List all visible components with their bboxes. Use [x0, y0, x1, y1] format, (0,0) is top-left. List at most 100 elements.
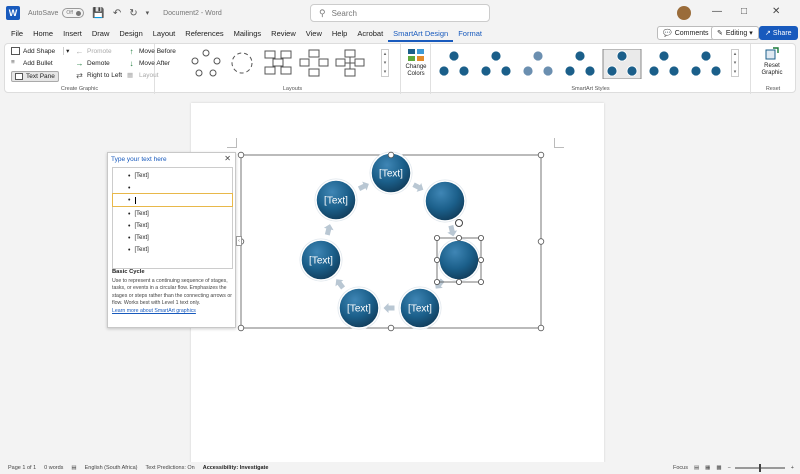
tab-review[interactable]: Review	[266, 26, 301, 42]
tab-file[interactable]: File	[6, 26, 28, 42]
change-colors-button[interactable]: Change Colors	[404, 48, 428, 78]
proofing-icon[interactable]: ▤	[71, 465, 76, 471]
tab-layout[interactable]: Layout	[148, 26, 181, 42]
chevron-down-icon: ▾	[749, 30, 753, 37]
layout-block-cycle-thumb[interactable]	[299, 49, 329, 77]
demote-label: Demote	[87, 60, 110, 67]
change-colors-label-2: Colors	[407, 71, 425, 77]
text-pane-item[interactable]: • [Text]	[113, 170, 232, 182]
tab-insert[interactable]: Insert	[58, 26, 87, 42]
smartart-style-thumb[interactable]	[648, 50, 680, 77]
undo-icon[interactable]: ↶	[113, 8, 121, 19]
editing-button[interactable]: ✎ Editing ▾	[711, 26, 759, 40]
close-icon[interactable]: ✕	[224, 154, 231, 163]
ribbon: Add Shape ▾ ≡ Add Bullet Text Pane ← Pro…	[4, 43, 796, 94]
add-bullet-button[interactable]: ≡ Add Bullet	[11, 59, 53, 67]
customize-dropdown-icon[interactable]: ▾	[146, 9, 150, 17]
zoom-in-icon[interactable]: +	[791, 465, 794, 471]
smartart-style-thumb[interactable]	[602, 49, 642, 79]
accessibility-status[interactable]: Accessibility: Investigate	[203, 465, 269, 471]
styles-scroll[interactable]: ▴ ▾ ▾	[731, 49, 739, 77]
move-up-button[interactable]: ↑ Move Before	[127, 47, 176, 56]
text-pane-toggle-handle[interactable]: ‹	[236, 236, 242, 246]
tab-help[interactable]: Help	[327, 26, 352, 42]
read-mode-icon[interactable]: ▤	[694, 465, 699, 471]
smartart-style-thumb[interactable]	[480, 50, 512, 77]
search-box[interactable]: ⚲ Search	[310, 4, 490, 22]
promote-button[interactable]: ← Promote	[75, 47, 112, 56]
learn-more-link[interactable]: Learn more about SmartArt graphics	[112, 308, 233, 315]
layout-continuous-cycle-thumb[interactable]	[227, 49, 257, 77]
autosave-toggle[interactable]: Off	[62, 8, 85, 18]
share-label: Share	[772, 29, 792, 37]
tab-design[interactable]: Design	[114, 26, 147, 42]
add-shape-button[interactable]: Add Shape ▾	[11, 47, 69, 55]
pencil-icon: ✎	[717, 30, 723, 37]
promote-label: Promote	[87, 48, 112, 55]
change-colors-group: Change Colors	[401, 44, 431, 94]
create-graphic-group: Add Shape ▾ ≡ Add Bullet Text Pane ← Pro…	[5, 44, 176, 94]
account-avatar[interactable]	[677, 6, 691, 20]
minimize-icon[interactable]: —	[712, 6, 722, 17]
smartart-style-thumb[interactable]	[564, 50, 596, 77]
smartart-style-thumb[interactable]	[690, 50, 722, 77]
move-down-button[interactable]: ↓ Move After	[127, 59, 171, 68]
style-thumb-circle	[522, 65, 534, 77]
style-thumb-circle	[480, 65, 492, 77]
word-count[interactable]: 0 words	[44, 465, 63, 471]
layout-button[interactable]: ▦ Layout	[127, 71, 159, 80]
smartart-styles-group: ▴ ▾ ▾ SmartArt Styles	[431, 44, 751, 94]
text-pane-item[interactable]: • [Text]	[113, 244, 232, 256]
text-pane-label: Text Pane	[26, 73, 55, 80]
close-window-icon[interactable]: ✕	[772, 6, 780, 17]
style-thumb-circle	[532, 50, 544, 62]
reset-graphic-icon	[765, 47, 779, 60]
layout-text-cycle-thumb[interactable]	[263, 49, 293, 77]
smartart-styles-gallery[interactable]	[431, 49, 731, 79]
layout-label: Layout	[139, 71, 159, 79]
text-predictions-status[interactable]: Text Predictions: On	[146, 465, 195, 471]
smartart-text-pane: Type your text here ✕ • [Text] • • • [Text…	[107, 152, 236, 328]
tab-smartart-design[interactable]: SmartArt Design	[388, 26, 454, 42]
zoom-slider[interactable]	[734, 464, 785, 472]
text-pane-item[interactable]: • [Text]	[113, 208, 232, 220]
maximize-icon[interactable]: □	[741, 6, 747, 17]
comments-button[interactable]: 💬 Comments	[657, 26, 715, 40]
document-page[interactable]	[191, 103, 604, 463]
status-right: Focus ▤ ▦ ▩ − +	[667, 462, 794, 474]
text-pane-button[interactable]: Text Pane	[11, 71, 59, 82]
style-thumb-circle	[584, 65, 596, 77]
tab-view[interactable]: View	[301, 26, 327, 42]
tab-references[interactable]: References	[180, 26, 228, 42]
language-status[interactable]: English (South Africa)	[85, 465, 138, 471]
tab-acrobat[interactable]: Acrobat	[352, 26, 388, 42]
text-pane-item[interactable]: • [Text]	[113, 220, 232, 232]
tab-home[interactable]: Home	[28, 26, 58, 42]
print-layout-icon[interactable]: ▦	[705, 465, 710, 471]
style-thumb-circle	[500, 65, 512, 77]
save-icon[interactable]: 💾	[92, 8, 104, 19]
reset-graphic-button[interactable]: Reset Graphic	[755, 47, 789, 77]
focus-mode[interactable]: Focus	[673, 465, 688, 471]
layout-nondirectional-cycle-thumb[interactable]	[335, 49, 365, 77]
zoom-out-icon[interactable]: −	[728, 465, 731, 471]
web-layout-icon[interactable]: ▩	[716, 465, 721, 471]
demote-button[interactable]: → Demote	[75, 59, 110, 68]
right-to-left-button[interactable]: ⇄ Right to Left	[75, 71, 122, 80]
share-button[interactable]: ↗ Share	[759, 26, 798, 40]
redo-icon[interactable]: ↻	[129, 8, 137, 19]
style-thumb-circle	[648, 65, 660, 77]
text-pane-item[interactable]: •	[113, 182, 232, 194]
tab-mailings[interactable]: Mailings	[229, 26, 267, 42]
text-pane-item[interactable]: • [Text]	[113, 232, 232, 244]
smartart-style-thumb[interactable]	[522, 50, 554, 77]
text-pane-item-current[interactable]: •	[112, 193, 233, 207]
smartart-style-thumb[interactable]	[438, 50, 470, 77]
layout-basic-cycle-thumb[interactable]	[191, 49, 221, 77]
tab-format[interactable]: Format	[453, 26, 487, 42]
page-count[interactable]: Page 1 of 1	[8, 465, 36, 471]
layouts-scroll[interactable]: ▴ ▾ ▾	[381, 49, 389, 77]
text-pane-list[interactable]: • [Text] • • • [Text] • [Text] • [Text] • [Te…	[112, 167, 233, 269]
tab-draw[interactable]: Draw	[87, 26, 115, 42]
add-shape-dropdown-icon[interactable]: ▾	[63, 47, 69, 55]
